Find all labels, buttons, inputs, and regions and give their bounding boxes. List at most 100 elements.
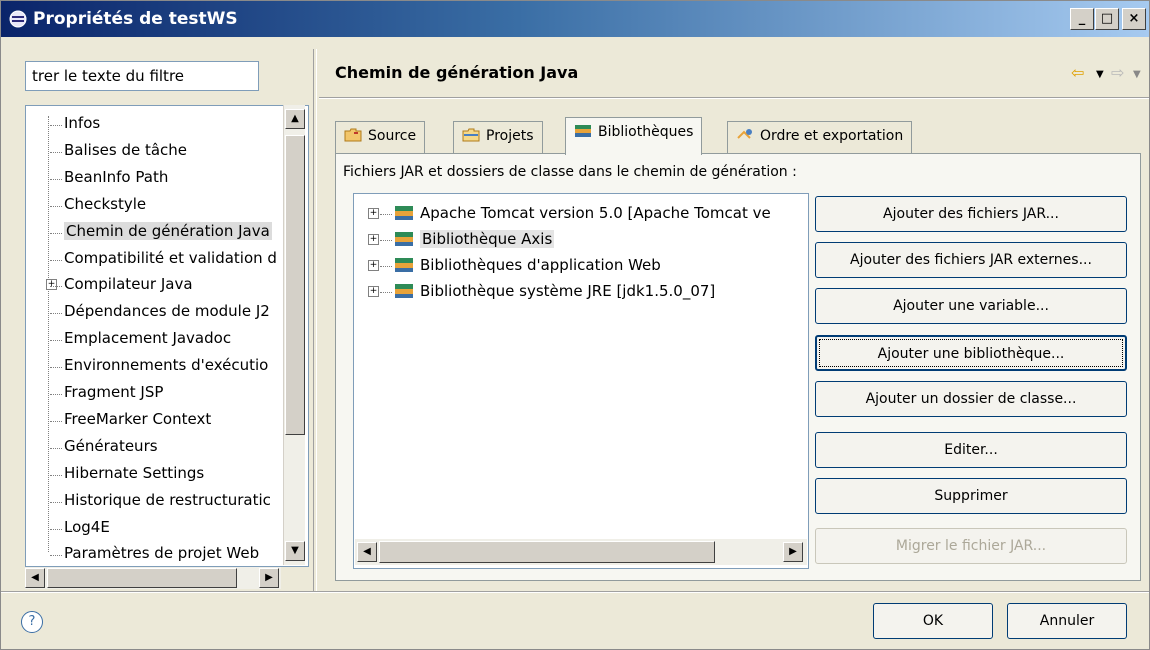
add-class-folder-button[interactable]: Ajouter un dossier de classe...: [815, 381, 1127, 417]
tree-item[interactable]: Balises de tâche: [38, 139, 292, 165]
edit-button[interactable]: Editer...: [815, 432, 1127, 468]
scroll-thumb[interactable]: [47, 568, 237, 588]
close-button[interactable]: ×: [1122, 8, 1146, 30]
eclipse-icon: [9, 10, 27, 28]
tree-connector: [380, 240, 392, 241]
tree-item[interactable]: Compatibilité et validation d: [38, 247, 292, 273]
ok-button[interactable]: OK: [873, 603, 993, 639]
tree-item-label: Dépendances de module J2: [64, 302, 270, 321]
tree-item-label: Paramètres de projet Web: [64, 544, 260, 563]
tree-item-label: Environnements d'exécutio: [64, 356, 269, 375]
tree-item[interactable]: Checkstyle: [38, 193, 292, 219]
tree-item[interactable]: BeanInfo Path: [38, 166, 292, 192]
project-folder-icon: [462, 128, 480, 142]
tree-item-label: FreeMarker Context: [64, 409, 212, 428]
tab-source[interactable]: Source: [335, 121, 426, 153]
scroll-thumb[interactable]: [285, 135, 305, 435]
tree-item[interactable]: Log4E: [38, 516, 292, 542]
tab-order-export[interactable]: Ordre et exportation: [727, 121, 913, 153]
tree-connector: [50, 232, 62, 234]
tree-item-label: Balises de tâche: [64, 140, 188, 159]
minimize-button[interactable]: _: [1070, 8, 1094, 30]
expand-icon[interactable]: +: [368, 234, 379, 245]
scroll-right-button[interactable]: ▶: [783, 542, 803, 562]
expand-icon[interactable]: +: [368, 286, 379, 297]
tree-item-label: Compilateur Java: [64, 275, 193, 294]
tree-connector: [50, 501, 62, 503]
cancel-button[interactable]: Annuler: [1007, 603, 1127, 639]
tree-horizontal-scrollbar[interactable]: ◀ ▶: [25, 567, 281, 589]
library-label: Bibliothèque système JRE [jdk1.5.0_07]: [420, 282, 716, 300]
add-external-jars-button[interactable]: Ajouter des fichiers JAR externes...: [815, 242, 1127, 278]
library-icon: [395, 284, 413, 298]
tree-item-label: Hibernate Settings: [64, 463, 205, 482]
order-export-icon: [737, 129, 752, 139]
tree-item[interactable]: Fragment JSP: [38, 381, 292, 407]
tree-item-label: Infos: [64, 114, 101, 132]
migrate-jar-button[interactable]: Migrer le fichier JAR...: [815, 528, 1127, 564]
expand-icon[interactable]: +: [368, 208, 379, 219]
expand-icon[interactable]: +: [46, 279, 57, 291]
tree-item[interactable]: Emplacement Javadoc: [38, 327, 292, 353]
scroll-left-button[interactable]: ◀: [357, 542, 377, 562]
forward-arrow-icon[interactable]: ⇨: [1111, 63, 1124, 82]
tree-connector: [50, 259, 62, 261]
scroll-down-button[interactable]: ▼: [285, 541, 305, 561]
add-variable-button[interactable]: Ajouter une variable...: [815, 288, 1127, 324]
tree-item[interactable]: Générateurs: [38, 435, 292, 461]
help-icon[interactable]: ?: [21, 611, 43, 633]
library-icon: [395, 232, 413, 246]
classpath-label: Fichiers JAR et dossiers de classe dans …: [343, 164, 797, 180]
filter-input[interactable]: [25, 61, 259, 91]
tree-item[interactable]: Dépendances de module J2: [38, 300, 292, 326]
library-list[interactable]: + Apache Tomcat version 5.0 [Apache Tomca…: [353, 193, 809, 569]
tree-item-label: Générateurs: [64, 436, 158, 455]
tree-item[interactable]: + Compilateur Java: [38, 273, 292, 299]
tree-connector: [50, 367, 62, 369]
expand-icon[interactable]: +: [368, 260, 379, 271]
properties-dialog: Propriétés de testWS _ □ × Infos Balises …: [0, 0, 1150, 650]
tree-connector: [380, 292, 392, 293]
tab-label: Projets: [486, 128, 534, 144]
back-arrow-icon[interactable]: ⇦: [1071, 63, 1084, 82]
remove-button[interactable]: Supprimer: [815, 478, 1127, 514]
scroll-thumb[interactable]: [379, 541, 715, 563]
library-label: Apache Tomcat version 5.0 [Apache Tomcat…: [420, 204, 771, 222]
add-jars-button[interactable]: Ajouter des fichiers JAR...: [815, 196, 1127, 232]
page-title: Chemin de génération Java: [335, 63, 579, 82]
scroll-right-button[interactable]: ▶: [259, 568, 279, 588]
add-library-button[interactable]: Ajouter une bibliothèque...: [815, 335, 1127, 371]
back-dropdown-icon[interactable]: ▼: [1096, 69, 1104, 80]
scroll-up-button[interactable]: ▲: [285, 109, 305, 129]
tree-item-label: Log4E: [64, 517, 110, 536]
tab-libraries[interactable]: Bibliothèques: [565, 117, 703, 155]
source-folder-icon: [344, 128, 362, 142]
scroll-left-button[interactable]: ◀: [25, 568, 45, 588]
tree-item[interactable]: Paramètres de projet Web: [38, 542, 292, 566]
forward-dropdown-icon[interactable]: ▼: [1133, 69, 1141, 80]
tree-vertical-scrollbar[interactable]: ▲ ▼: [283, 105, 305, 565]
library-label: Bibliothèque Axis: [420, 230, 555, 248]
tree-item[interactable]: Hibernate Settings: [38, 462, 292, 488]
title-bar[interactable]: Propriétés de testWS _ □ ×: [1, 1, 1149, 37]
tree-connector: [50, 420, 62, 422]
tree-connector: [50, 125, 62, 126]
library-label: Bibliothèques d'application Web: [420, 256, 661, 274]
tree-connector: [50, 340, 62, 342]
tree-item[interactable]: Environnements d'exécutio: [38, 354, 292, 380]
tab-projects[interactable]: Projets: [453, 121, 543, 153]
maximize-button[interactable]: □: [1095, 8, 1119, 30]
tree-connector: [380, 214, 392, 215]
panel-divider[interactable]: [313, 49, 317, 591]
tree-item-label: Historique de restructuratic: [64, 490, 271, 509]
tree-item[interactable]: Chemin de génération Java: [38, 220, 292, 246]
tree-connector: [50, 151, 62, 153]
property-tree: Infos Balises de tâche BeanInfo Path Checks…: [25, 105, 309, 567]
tree-item-label: BeanInfo Path: [64, 167, 169, 186]
tab-label: Bibliothèques: [598, 124, 694, 140]
tree-item[interactable]: FreeMarker Context: [38, 408, 292, 434]
library-icon: [395, 206, 413, 220]
library-horizontal-scrollbar[interactable]: ◀ ▶: [355, 539, 807, 565]
tree-item[interactable]: Infos: [38, 112, 292, 138]
tree-item[interactable]: Historique de restructuratic: [38, 489, 292, 515]
